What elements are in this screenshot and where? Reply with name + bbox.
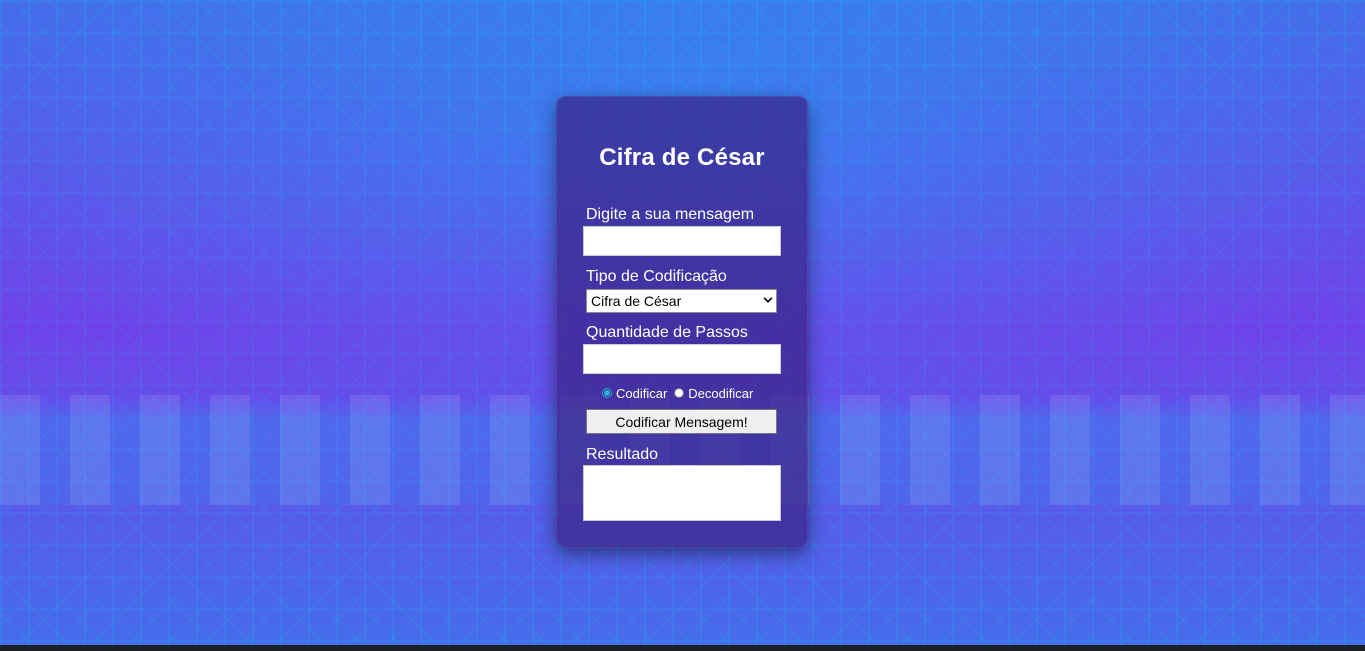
encoding-type-label: Tipo de Codificação xyxy=(586,268,727,285)
steps-input[interactable] xyxy=(583,344,781,374)
radio-decodificar[interactable] xyxy=(674,388,685,398)
page-title: Cifra de César xyxy=(599,144,765,171)
encoding-type-select[interactable]: Cifra de César xyxy=(586,289,777,313)
message-input[interactable] xyxy=(583,226,781,256)
result-textarea[interactable] xyxy=(583,465,781,521)
message-label: Digite a sua mensagem xyxy=(586,206,755,223)
mode-radio-group: Codificar Decodificar xyxy=(602,383,782,403)
mode-option-codificar[interactable]: Codificar xyxy=(602,386,667,401)
cipher-card: Cifra de César Digite a sua mensagem Tip… xyxy=(556,96,808,548)
radio-codificar[interactable] xyxy=(602,388,612,398)
mode-option-codificar-label: Codificar xyxy=(616,385,668,401)
steps-label: Quantidade de Passos xyxy=(586,324,748,341)
page: Cifra de César Digite a sua mensagem Tip… xyxy=(0,0,1365,651)
result-label: Resultado xyxy=(586,446,659,463)
encode-button[interactable]: Codificar Mensagem! xyxy=(586,409,777,434)
mode-option-decodificar[interactable]: Decodificar xyxy=(674,386,753,401)
mode-option-decodificar-label: Decodificar xyxy=(688,385,754,401)
